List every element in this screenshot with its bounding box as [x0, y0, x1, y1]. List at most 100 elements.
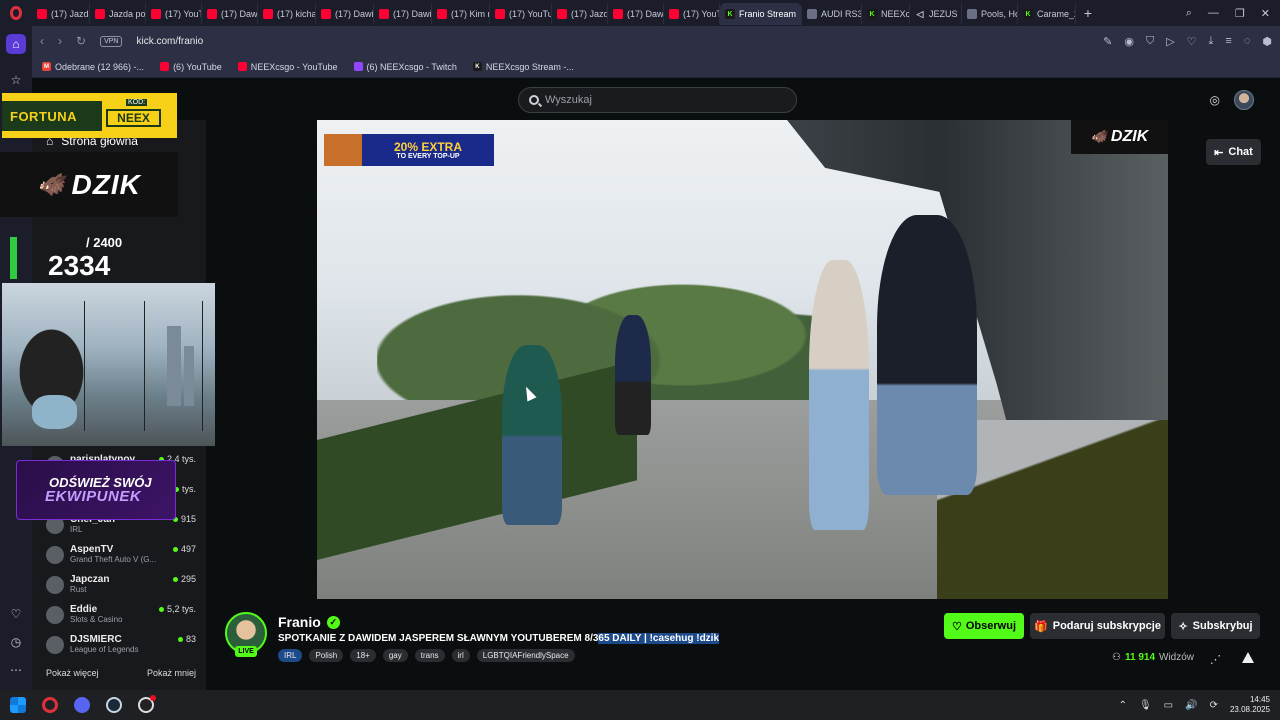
bookmark-2[interactable]: NEEXcsgo - YouTube — [237, 62, 338, 72]
bookmark-1[interactable]: (6) YouTube — [160, 62, 222, 72]
windows-start-icon[interactable] — [10, 697, 26, 713]
sync-icon[interactable]: ⟳ — [1210, 700, 1218, 711]
bookmark-4[interactable]: K NEEXcsgo Stream -... — [472, 62, 574, 72]
vpn-badge[interactable]: VPN — [100, 35, 123, 47]
shield-icon[interactable]: ⛉ — [1146, 35, 1154, 48]
channel-viewer-count: 5,2 tys. — [166, 604, 196, 614]
network-icon[interactable]: ▭ — [1164, 700, 1173, 711]
recommended-channel[interactable]: DJSMIERC League of Legends 83 — [46, 634, 196, 662]
casehug-promo: 20% EXTRA TO EVERY TOP-UP — [324, 134, 494, 166]
stream-tag[interactable]: 18+ — [350, 649, 376, 662]
edit-icon[interactable]: ✎ — [1103, 35, 1112, 48]
opera-icon[interactable] — [42, 697, 58, 713]
forward-icon[interactable]: › — [58, 34, 62, 48]
gift-subs-button[interactable]: 🎁 Podaruj subskrypcje — [1030, 613, 1165, 639]
share-icon[interactable]: ⋰ — [1210, 653, 1221, 666]
tab-label: AUDI RS3 — [821, 9, 862, 19]
tab-label: (17) Jazda — [571, 9, 607, 19]
yt-icon — [237, 62, 247, 71]
tab-12[interactable]: K Franio Stream — [720, 3, 802, 25]
tab-14[interactable]: K NEEXc — [862, 3, 910, 25]
promo-code-value: NEEX — [106, 109, 161, 127]
clock[interactable]: 14:45 23.08.2025 — [1230, 695, 1270, 716]
site-icon — [807, 9, 817, 19]
fortuna-overlay: FORTUNA KOD: NEEX — [2, 93, 177, 138]
tab-15[interactable]: ◁ JEZUS — [910, 3, 962, 25]
video-player[interactable]: 20% EXTRA TO EVERY TOP-UP 🐗 DZIK — [317, 120, 1168, 599]
chevron-up-icon[interactable]: ⌃ — [1119, 700, 1127, 711]
tab-1[interactable]: Jazda po — [90, 3, 146, 25]
recommended-channel[interactable]: Eddie Slots & Casino 5,2 tys. — [46, 604, 196, 632]
search-tabs-icon[interactable]: ⌕ — [1186, 7, 1192, 20]
recommended-channel[interactable]: Japczan Rust 295 — [46, 574, 196, 602]
stream-tag[interactable]: irl — [451, 649, 470, 662]
tab-6[interactable]: (17) Dawid — [374, 3, 432, 25]
tab-17[interactable]: K Carame_2 — [1018, 3, 1076, 25]
stream-tag[interactable]: LGBTQIAFriendlySpace — [476, 649, 575, 662]
tab-label: (17) Dawid — [335, 9, 374, 19]
volume-icon[interactable]: 🔊 — [1185, 700, 1197, 711]
tab-7[interactable]: (17) Kim n — [432, 3, 490, 25]
obs-icon[interactable] — [138, 695, 156, 713]
stream-tag[interactable]: trans — [414, 649, 445, 662]
discord-icon[interactable] — [74, 697, 90, 713]
tab-0[interactable]: (17) Jazda — [32, 3, 90, 25]
url-field[interactable]: kick.com/franio — [136, 36, 203, 47]
more-icon[interactable]: ⋯ — [8, 662, 24, 678]
follow-button[interactable]: ♡ Obserwuj — [944, 613, 1024, 639]
notifications-icon[interactable]: ◎ — [1210, 93, 1220, 107]
show-more-button[interactable]: Pokaż więcej — [46, 668, 99, 678]
streamer-name[interactable]: Franio ✓ — [278, 614, 340, 630]
recommended-channel[interactable]: AspenTV Grand Theft Auto V (G... 497 — [46, 544, 196, 572]
stream-tag[interactable]: Polish — [309, 649, 344, 662]
bookmark-0[interactable]: M Odebrane (12 966) -... — [42, 62, 144, 72]
search-input[interactable]: Wyszukaj — [518, 87, 797, 113]
heart-icon[interactable]: ♡ — [1187, 35, 1197, 48]
tab-2[interactable]: (17) YouT — [146, 3, 202, 25]
microphone-icon[interactable]: 🎙 — [1139, 700, 1152, 711]
minimize-icon[interactable]: — — [1208, 7, 1219, 20]
tab-13[interactable]: AUDI RS3 — [802, 3, 862, 25]
extensions-icon[interactable]: ⬢ — [1262, 35, 1272, 48]
tab-3[interactable]: (17) Dawi — [202, 3, 258, 25]
fortuna-logo: FORTUNA — [2, 101, 102, 131]
goal-counter: / 2400 2334 — [10, 233, 180, 281]
play-icon[interactable]: ▷ — [1166, 35, 1174, 48]
pin-icon[interactable]: ☆ — [8, 72, 24, 88]
chat-toggle-button[interactable]: ⇤ Chat — [1206, 139, 1261, 165]
tab-8[interactable]: (17) YouTu — [490, 3, 552, 25]
stream-tag[interactable]: IRL — [278, 649, 303, 662]
camera-icon[interactable]: ◉ — [1124, 35, 1134, 48]
system-tray: ⌃ 🎙 ▭ 🔊 ⟳ 14:45 23.08.2025 — [1119, 695, 1270, 716]
tab-9[interactable]: (17) Jazda — [552, 3, 608, 25]
youtube-icon — [557, 9, 567, 19]
tab-4[interactable]: (17) kichal — [258, 3, 316, 25]
close-icon[interactable]: ✕ — [1261, 7, 1270, 20]
download-icon[interactable]: ⤓ — [1209, 35, 1214, 48]
bookmark-3[interactable]: (6) NEEXcsgo - Twitch — [353, 62, 457, 72]
history-icon[interactable]: ◷ — [8, 634, 24, 650]
tab-11[interactable]: (17) YouTu — [664, 3, 720, 25]
back-icon[interactable]: ‹ — [40, 34, 44, 48]
heart-icon[interactable]: ♡ — [8, 606, 24, 622]
reload-icon[interactable]: ↻ — [76, 34, 86, 48]
tab-16[interactable]: Pools, Hot — [962, 3, 1018, 25]
clock-date: 23.08.2025 — [1229, 705, 1270, 714]
subscribe-button[interactable]: ✧ Subskrybuj — [1171, 613, 1260, 639]
restore-icon[interactable]: ❐ — [1235, 7, 1245, 20]
account-icon[interactable]: ◌ — [1244, 35, 1251, 48]
easy-setup-icon[interactable]: ≡ — [1225, 35, 1231, 48]
home-icon[interactable]: ⌂ — [6, 34, 26, 54]
stream-tag[interactable]: gay — [382, 649, 408, 662]
user-avatar[interactable] — [1234, 90, 1254, 110]
bookmark-label: (6) YouTube — [173, 61, 222, 72]
new-tab-button[interactable]: + — [1076, 5, 1100, 21]
report-icon[interactable] — [1242, 652, 1254, 663]
tab-10[interactable]: (17) Dawid — [608, 3, 664, 25]
opera-menu-icon[interactable] — [0, 0, 32, 26]
tab-5[interactable]: (17) Dawid — [316, 3, 374, 25]
youtube-icon — [437, 9, 447, 19]
show-less-button[interactable]: Pokaż mniej — [147, 668, 196, 678]
channel-text: AspenTV Grand Theft Auto V (G... — [70, 544, 167, 564]
steam-icon[interactable] — [106, 697, 122, 713]
